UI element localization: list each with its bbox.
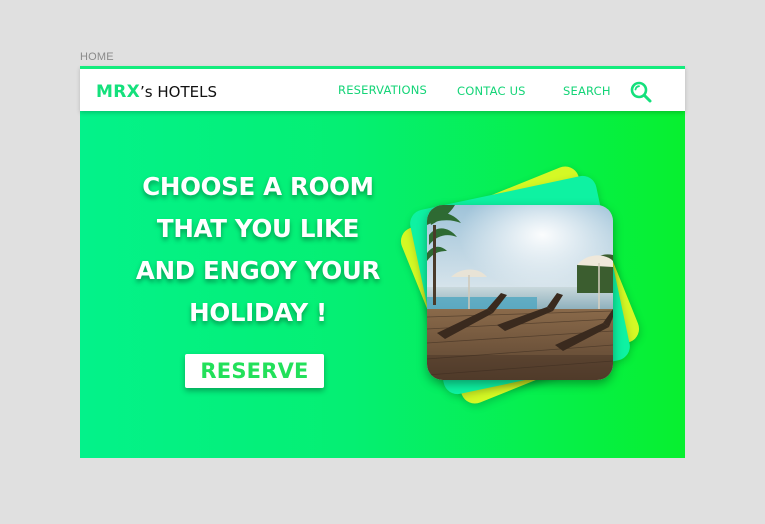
search-icon[interactable]: [629, 80, 653, 104]
site-logo[interactable]: MRX’s HOTELS: [96, 82, 217, 102]
breadcrumb[interactable]: HOME: [80, 51, 114, 63]
hero-photo: [427, 205, 613, 380]
headline-line: CHOOSE A ROOM: [142, 172, 374, 201]
nav-reservations[interactable]: RESERVATIONS: [338, 83, 427, 97]
headline-line: AND ENGOY YOUR: [135, 256, 381, 285]
page-frame: MRX’s HOTELS RESERVATIONS CONTAC US SEAR…: [80, 66, 685, 458]
hero-banner: CHOOSE A ROOM THAT YOU LIKE AND ENGOY YO…: [80, 111, 685, 458]
nav-contact-us[interactable]: CONTAC US: [457, 84, 526, 98]
headline-line: HOLIDAY !: [189, 298, 327, 327]
headline-line: THAT YOU LIKE: [156, 214, 360, 243]
hero-headline: CHOOSE A ROOM THAT YOU LIKE AND ENGOY YO…: [118, 166, 398, 334]
top-navbar: MRX’s HOTELS RESERVATIONS CONTAC US SEAR…: [80, 66, 685, 111]
logo-suffix: ’s HOTELS: [140, 83, 217, 101]
reserve-button[interactable]: RESERVE: [185, 354, 324, 388]
nav-search[interactable]: SEARCH: [563, 84, 611, 98]
logo-brand: MRX: [96, 82, 141, 102]
